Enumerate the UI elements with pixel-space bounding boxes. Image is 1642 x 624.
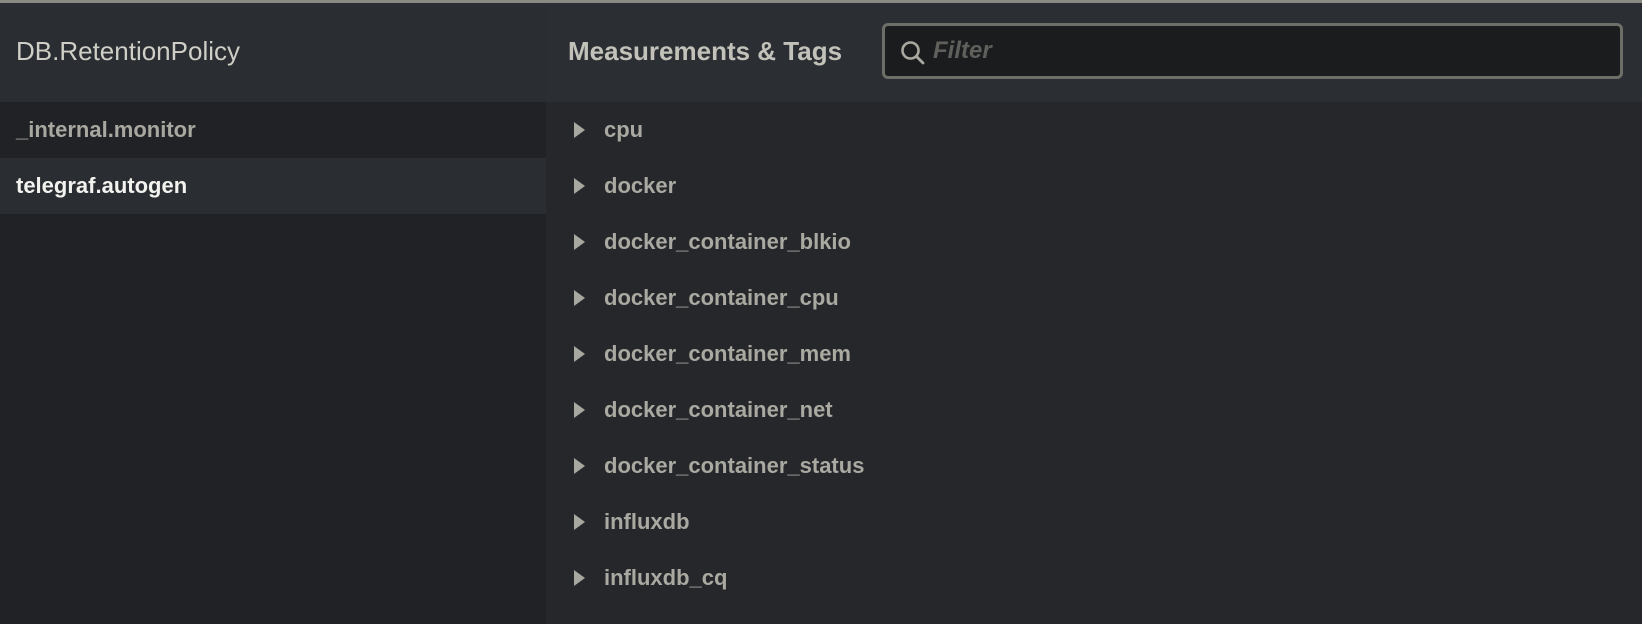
measurement-item-influxdb-cq[interactable]: influxdb_cq <box>546 550 1642 606</box>
caret-right-icon[interactable] <box>574 178 604 194</box>
caret-right-icon[interactable] <box>574 122 604 138</box>
measurement-label: influxdb_cq <box>604 565 728 590</box>
measurement-label: docker_container_net <box>604 397 833 422</box>
db-retention-header: DB.RetentionPolicy <box>0 3 546 102</box>
caret-right-icon[interactable] <box>574 458 604 474</box>
explorer-window: DB.RetentionPolicy _internal.monitor tel… <box>0 0 1642 624</box>
db-retention-title: DB.RetentionPolicy <box>16 36 240 66</box>
db-retention-list: _internal.monitor telegraf.autogen <box>0 102 546 214</box>
measurement-label: docker_container_cpu <box>604 285 839 310</box>
caret-right-icon[interactable] <box>574 570 604 586</box>
db-item-internal-monitor[interactable]: _internal.monitor <box>0 102 546 158</box>
measurement-item-influxdb[interactable]: influxdb <box>546 494 1642 550</box>
db-item-telegraf-autogen[interactable]: telegraf.autogen <box>0 158 546 214</box>
measurement-item-docker-container-net[interactable]: docker_container_net <box>546 382 1642 438</box>
filter-box[interactable] <box>882 23 1623 79</box>
measurement-label: docker_container_blkio <box>604 229 851 254</box>
db-item-label: telegraf.autogen <box>16 173 188 198</box>
measurement-item-docker[interactable]: docker <box>546 158 1642 214</box>
measurement-label: cpu <box>604 117 644 142</box>
measurement-list: cpu docker docker_container_blkio docker… <box>546 102 1642 606</box>
search-icon <box>901 41 925 65</box>
caret-right-icon[interactable] <box>574 346 604 362</box>
filter-input[interactable] <box>933 26 1613 76</box>
measurement-item-docker-container-blkio[interactable]: docker_container_blkio <box>546 214 1642 270</box>
measurement-label: influxdb <box>604 509 690 534</box>
measurement-item-docker-container-cpu[interactable]: docker_container_cpu <box>546 270 1642 326</box>
measurements-header: Measurements & Tags <box>546 3 1642 102</box>
measurements-title: Measurements & Tags <box>568 36 843 66</box>
caret-right-icon[interactable] <box>574 234 604 250</box>
caret-right-icon[interactable] <box>574 290 604 306</box>
measurement-item-cpu[interactable]: cpu <box>546 102 1642 158</box>
caret-right-icon[interactable] <box>574 402 604 418</box>
measurement-label: docker <box>604 173 677 198</box>
measurement-item-docker-container-status[interactable]: docker_container_status <box>546 438 1642 494</box>
caret-right-icon[interactable] <box>574 514 604 530</box>
measurement-label: docker_container_mem <box>604 341 851 366</box>
measurements-panel: Measurements & Tags cpu docker docker_co <box>546 3 1642 624</box>
db-retention-panel: DB.RetentionPolicy _internal.monitor tel… <box>0 3 546 624</box>
measurement-item-docker-container-mem[interactable]: docker_container_mem <box>546 326 1642 382</box>
db-item-label: _internal.monitor <box>16 117 196 142</box>
measurement-label: docker_container_status <box>604 453 865 478</box>
